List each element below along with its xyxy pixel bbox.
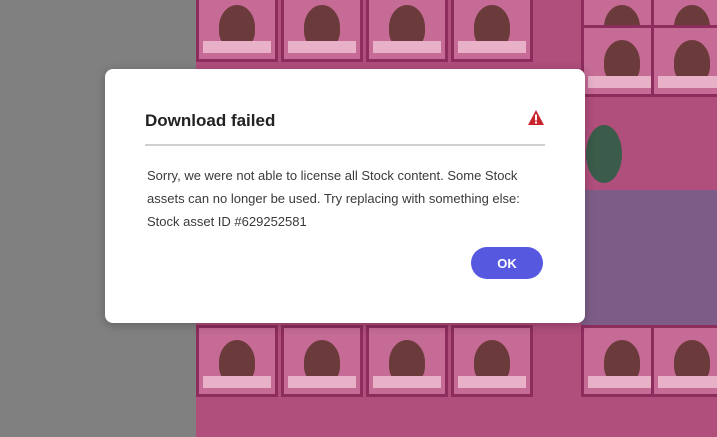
artwork-tile [196, 0, 278, 62]
message-line: assets can no longer be used. Try replac… [147, 191, 520, 206]
artwork-seal [586, 125, 622, 183]
artwork-tile [366, 0, 448, 62]
artwork-tile [451, 0, 533, 62]
artwork-tile [451, 325, 533, 397]
message-line: Sorry, we were not able to license all S… [147, 168, 518, 183]
dialog-divider [145, 144, 545, 146]
artwork-tile [196, 325, 278, 397]
artwork-banner [581, 190, 717, 330]
dialog-title: Download failed [145, 111, 276, 130]
message-line: Stock asset ID #629252581 [147, 214, 307, 229]
ok-button[interactable]: OK [471, 247, 543, 279]
artwork-tile [281, 0, 363, 62]
artwork-tile [651, 25, 717, 97]
artwork-tile [651, 325, 717, 397]
alert-triangle-icon [528, 110, 544, 125]
download-failed-dialog: Download failed Sorry, we were not able … [105, 69, 585, 323]
dialog-message: Sorry, we were not able to license all S… [147, 164, 547, 233]
artwork-tile [366, 325, 448, 397]
artwork-tile [281, 325, 363, 397]
